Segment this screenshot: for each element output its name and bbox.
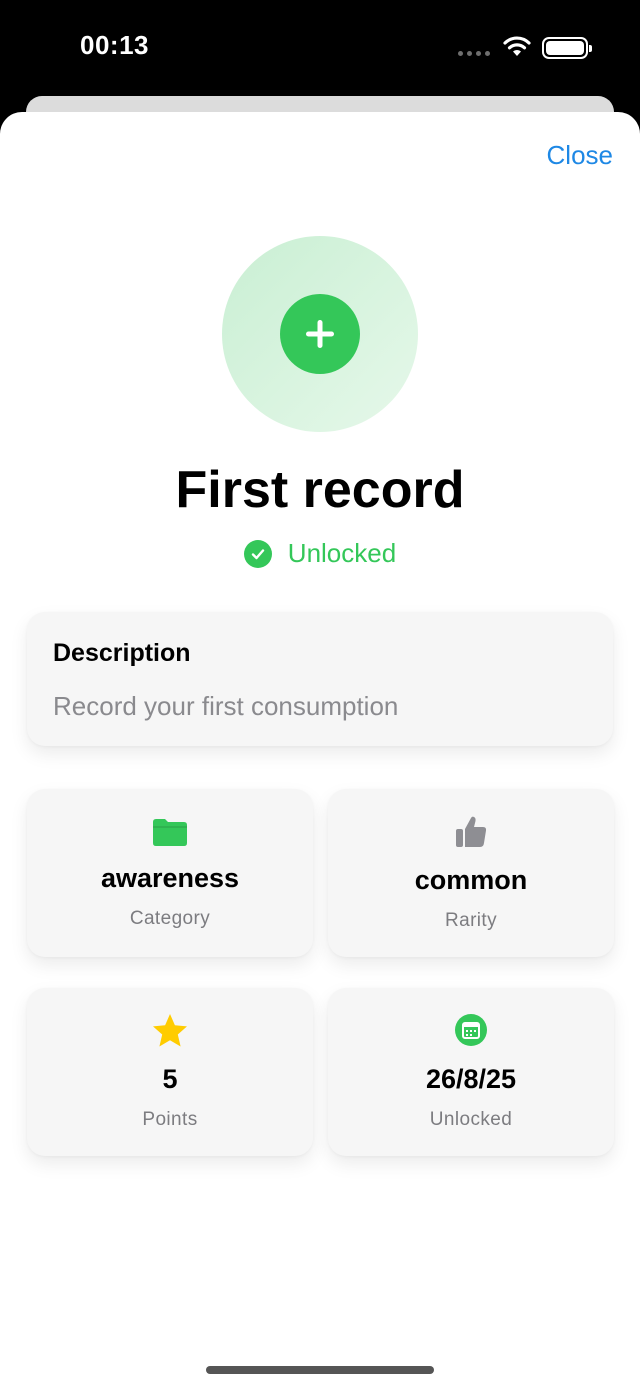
unlock-date-value: 26/8/25 <box>425 1064 517 1094</box>
thumbs-up-icon <box>328 814 614 850</box>
description-text: Record your first consumption <box>53 691 399 721</box>
close-button[interactable]: Close <box>547 140 613 171</box>
category-value: awareness <box>100 863 240 893</box>
achievement-detail-sheet: Close First record Unlocked Description … <box>0 112 640 1387</box>
checkmark-circle-icon <box>243 539 272 568</box>
description-card: Description Record your first consumptio… <box>27 612 613 746</box>
achievement-title: First record <box>175 461 465 519</box>
points-value: 5 <box>162 1064 178 1094</box>
status-bar: 00:13 <box>0 0 640 96</box>
achievement-badge <box>222 236 418 432</box>
cellular-signal-icon <box>458 51 490 56</box>
folder-icon <box>27 817 313 847</box>
unlock-date-card: 26/8/25 Unlocked <box>328 988 614 1156</box>
wifi-icon <box>503 36 531 56</box>
unlock-status-label: Unlocked <box>287 538 397 568</box>
battery-icon <box>542 37 592 59</box>
description-heading: Description <box>53 639 191 667</box>
home-indicator[interactable] <box>206 1366 434 1374</box>
calendar-icon <box>328 1013 614 1047</box>
points-card: 5 Points <box>27 988 313 1156</box>
category-card: awareness Category <box>27 789 313 957</box>
screen: 00:13 Close First record Unlocked Descri… <box>0 0 640 1387</box>
status-time: 00:13 <box>80 30 149 60</box>
points-label: Points <box>142 1109 198 1130</box>
rarity-card: common Rarity <box>328 789 614 957</box>
rarity-label: Rarity <box>444 910 497 931</box>
star-icon <box>27 1012 313 1050</box>
plus-icon <box>280 294 360 374</box>
unlock-status: Unlocked <box>0 538 640 569</box>
rarity-value: common <box>414 865 528 895</box>
category-label: Category <box>129 908 211 929</box>
unlock-date-label: Unlocked <box>429 1109 513 1130</box>
